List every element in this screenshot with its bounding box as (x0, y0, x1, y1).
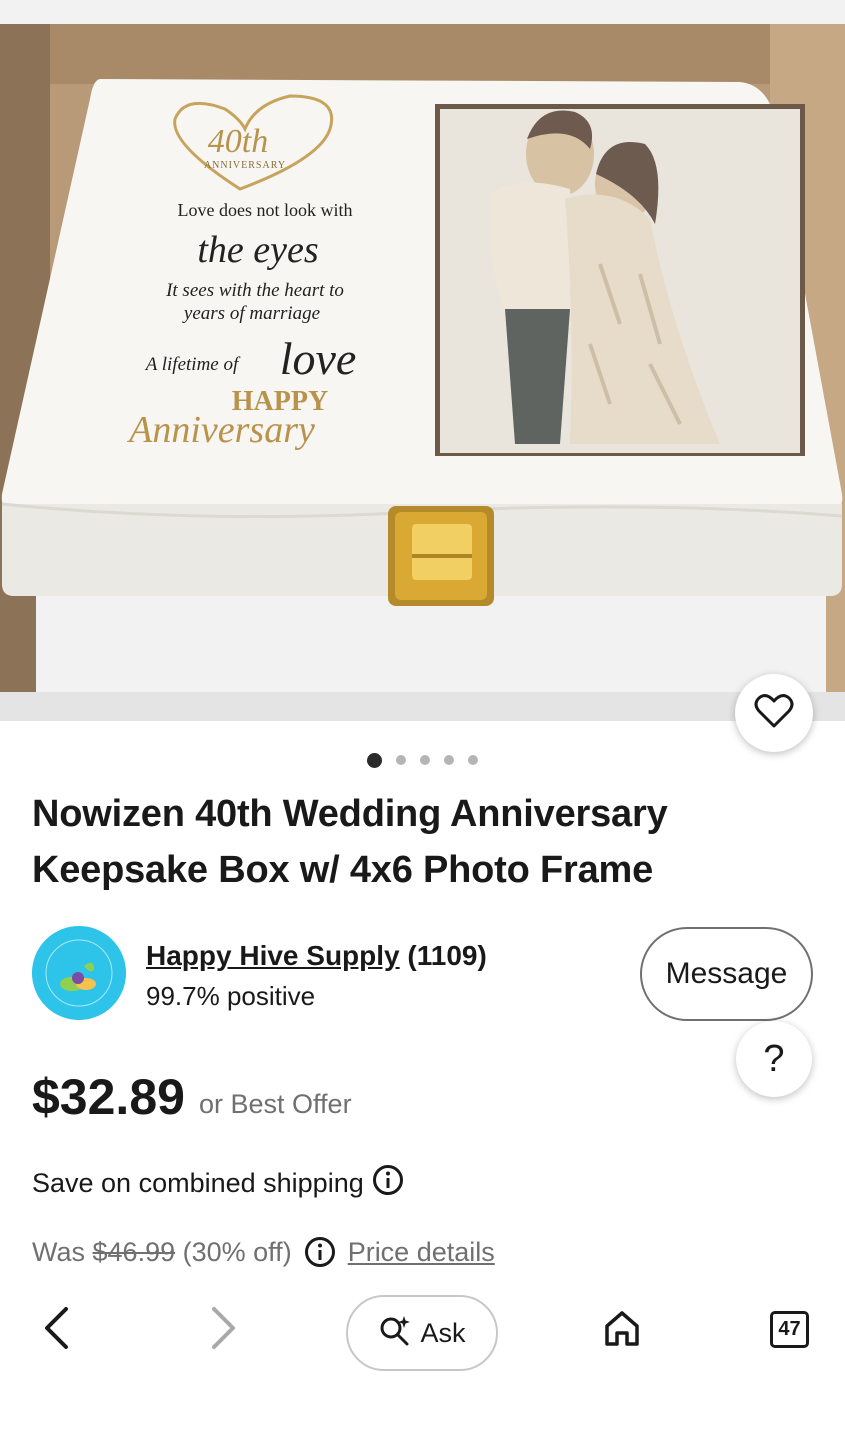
was-price: $46.99 (92, 1236, 176, 1267)
combined-shipping: Save on combined shipping (32, 1164, 404, 1203)
help-button[interactable]: ? (736, 1021, 812, 1097)
chevron-left-icon (42, 1306, 70, 1355)
combined-shipping-label: Save on combined shipping (32, 1168, 364, 1198)
product-title: Nowizen 40th Wedding Anniversary Keepsak… (32, 793, 668, 891)
was-price-row: Was $46.99 (30% off) Price details (32, 1236, 495, 1268)
tabs-icon[interactable]: 47 (770, 1311, 809, 1348)
price-details-link[interactable]: Price details (348, 1237, 495, 1268)
seller-positive-rating: 99.7% positive (146, 981, 316, 1011)
home-button[interactable] (600, 1308, 644, 1352)
message-button[interactable]: Message (640, 927, 813, 1021)
chevron-right-icon (210, 1306, 238, 1355)
back-button[interactable] (36, 1306, 76, 1354)
image-line4: years of marriage (182, 303, 320, 324)
favorite-button[interactable] (735, 674, 813, 752)
was-label: Was (32, 1236, 85, 1267)
image-line1: Love does not look with (178, 200, 353, 220)
product-image[interactable]: 40th ANNIVERSARY Love does not look with… (0, 24, 845, 721)
info-icon[interactable] (372, 1164, 404, 1203)
image-line7: Anniversary (126, 409, 315, 451)
image-carousel-indicator[interactable] (0, 750, 845, 770)
best-offer-label: or Best Offer (199, 1089, 352, 1119)
carousel-dot[interactable] (468, 755, 478, 765)
seller-avatar[interactable] (32, 926, 126, 1020)
seller-feedback-count: (1109) (407, 940, 487, 971)
image-line5-prefix: A lifetime of (144, 354, 241, 375)
image-line5-word: love (280, 333, 357, 384)
ask-button[interactable]: Ask (346, 1295, 498, 1371)
image-line3: It sees with the heart to (165, 280, 344, 301)
carousel-dot[interactable] (396, 755, 406, 765)
image-badge-sub: ANNIVERSARY (204, 160, 286, 171)
forward-button[interactable] (204, 1306, 244, 1354)
carousel-dot[interactable] (444, 755, 454, 765)
ask-label: Ask (420, 1317, 466, 1348)
image-badge-number: 40th (208, 123, 268, 160)
sparkle-search-icon (378, 1313, 412, 1354)
home-icon (602, 1308, 642, 1353)
price: $32.89 (32, 1069, 185, 1125)
tabs-count: 47 (778, 1318, 801, 1340)
seller-name-link[interactable]: Happy Hive Supply (146, 940, 400, 971)
discount: (30% off) (182, 1236, 292, 1267)
seller-name[interactable]: Happy Hive Supply (1109) (146, 940, 487, 972)
carousel-dot[interactable] (367, 752, 382, 768)
image-line2: the eyes (197, 229, 318, 271)
info-icon[interactable] (304, 1236, 336, 1268)
carousel-dot[interactable] (420, 755, 430, 765)
status-bar (0, 0, 845, 24)
heart-icon (754, 693, 794, 734)
